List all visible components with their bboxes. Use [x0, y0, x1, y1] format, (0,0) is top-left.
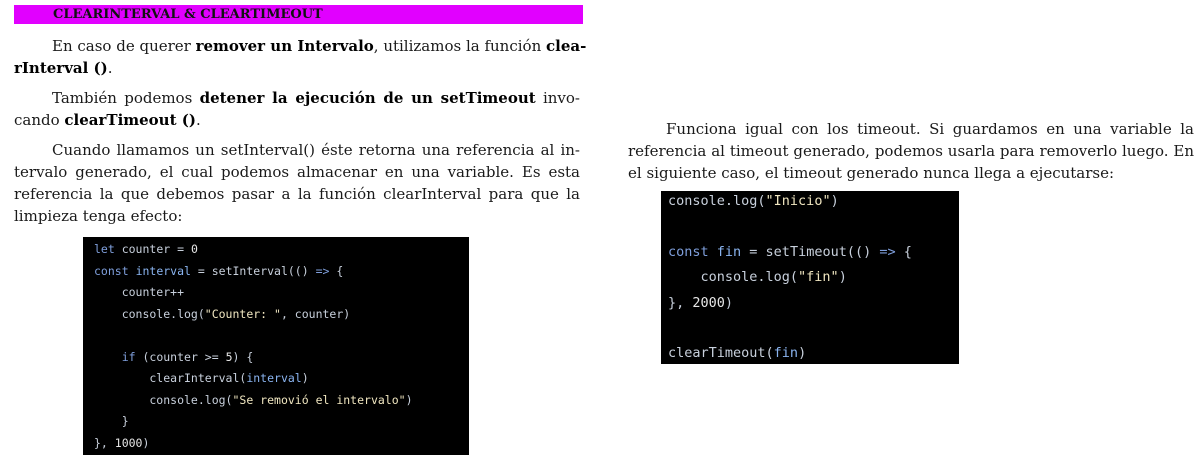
paragraph-line: También podemos detener la ejecución de …	[14, 87, 580, 109]
bold-text: clearTimeout ()	[64, 111, 196, 129]
text-run: En caso de querer	[52, 37, 196, 55]
section-heading: CLEARINTERVAL & CLEARTIMEOUT	[14, 5, 583, 24]
paragraph-reference: Cuando llamamos un setInterval() éste re…	[14, 139, 580, 227]
paragraph-cleartimeout: También podemos detener la ejecución de …	[14, 87, 580, 131]
text-run: invo-	[535, 89, 580, 107]
code-line: }	[94, 414, 129, 428]
code-line: console.log("fin")	[668, 269, 847, 286]
bold-text: detener la ejecución de un setTimeout	[199, 89, 536, 107]
paragraph-line: tervalo generado, el cual podemos almace…	[14, 163, 580, 181]
code-line: let counter = 0	[94, 242, 198, 256]
bold-text: remover un Intervalo	[195, 37, 374, 55]
code-line: clearInterval(interval)	[94, 371, 309, 385]
code-block-setinterval: let counter = 0 const interval = setInter…	[83, 237, 469, 455]
code-line: clearTimeout(fin)	[668, 345, 807, 362]
text-run: , utilizamos la función	[373, 37, 547, 55]
paragraph-line: Funciona igual con los timeout. Si guard…	[666, 120, 1194, 138]
code-line: if (counter >= 5) {	[121, 349, 254, 364]
code-line: console.log("Se removió el intervalo")	[94, 392, 413, 407]
code-line: const interval = setInterval(() => {	[94, 263, 344, 278]
paragraph-line: Cuando llamamos un setInterval() éste re…	[52, 141, 580, 159]
paragraph-clearinterval: En caso de querer remover un Intervalo, …	[14, 35, 586, 79]
paragraph-line: En caso de querer remover un Intervalo, …	[14, 35, 586, 57]
code-line: counter++	[94, 285, 185, 299]
paragraph-line: cando clearTimeout ().	[14, 109, 580, 131]
code-block-settimeout: console.log("Inicio") const fin = setTime…	[661, 191, 959, 364]
code-line: console.log("Inicio")	[668, 193, 839, 209]
text-run: cando	[14, 111, 65, 129]
paragraph-line: rInterval ().	[14, 57, 580, 79]
paragraph-line: limpieza tenga efecto:	[14, 207, 183, 225]
text-run: .	[107, 59, 113, 77]
text-run: También podemos	[52, 89, 200, 107]
bold-text: clea-	[546, 37, 587, 55]
section-heading-text: CLEARINTERVAL & CLEARTIMEOUT	[53, 7, 323, 22]
bold-text: rInterval ()	[14, 59, 108, 77]
code-line: }, 1000)	[94, 435, 150, 450]
code-line: }, 2000)	[668, 294, 734, 311]
code-line: console.log("Counter: ", counter)	[94, 306, 351, 321]
paragraph-timeout: Funciona igual con los timeout. Si guard…	[628, 118, 1194, 184]
paragraph-line: el siguiente caso, el timeout generado n…	[628, 164, 1115, 182]
text-run: .	[195, 111, 201, 129]
paragraph-line: referencia al timeout generado, podemos …	[628, 142, 1194, 160]
code-line: const fin = setTimeout(() => {	[668, 243, 912, 260]
paragraph-line: referencia la que debemos pasar a la fun…	[14, 185, 580, 203]
